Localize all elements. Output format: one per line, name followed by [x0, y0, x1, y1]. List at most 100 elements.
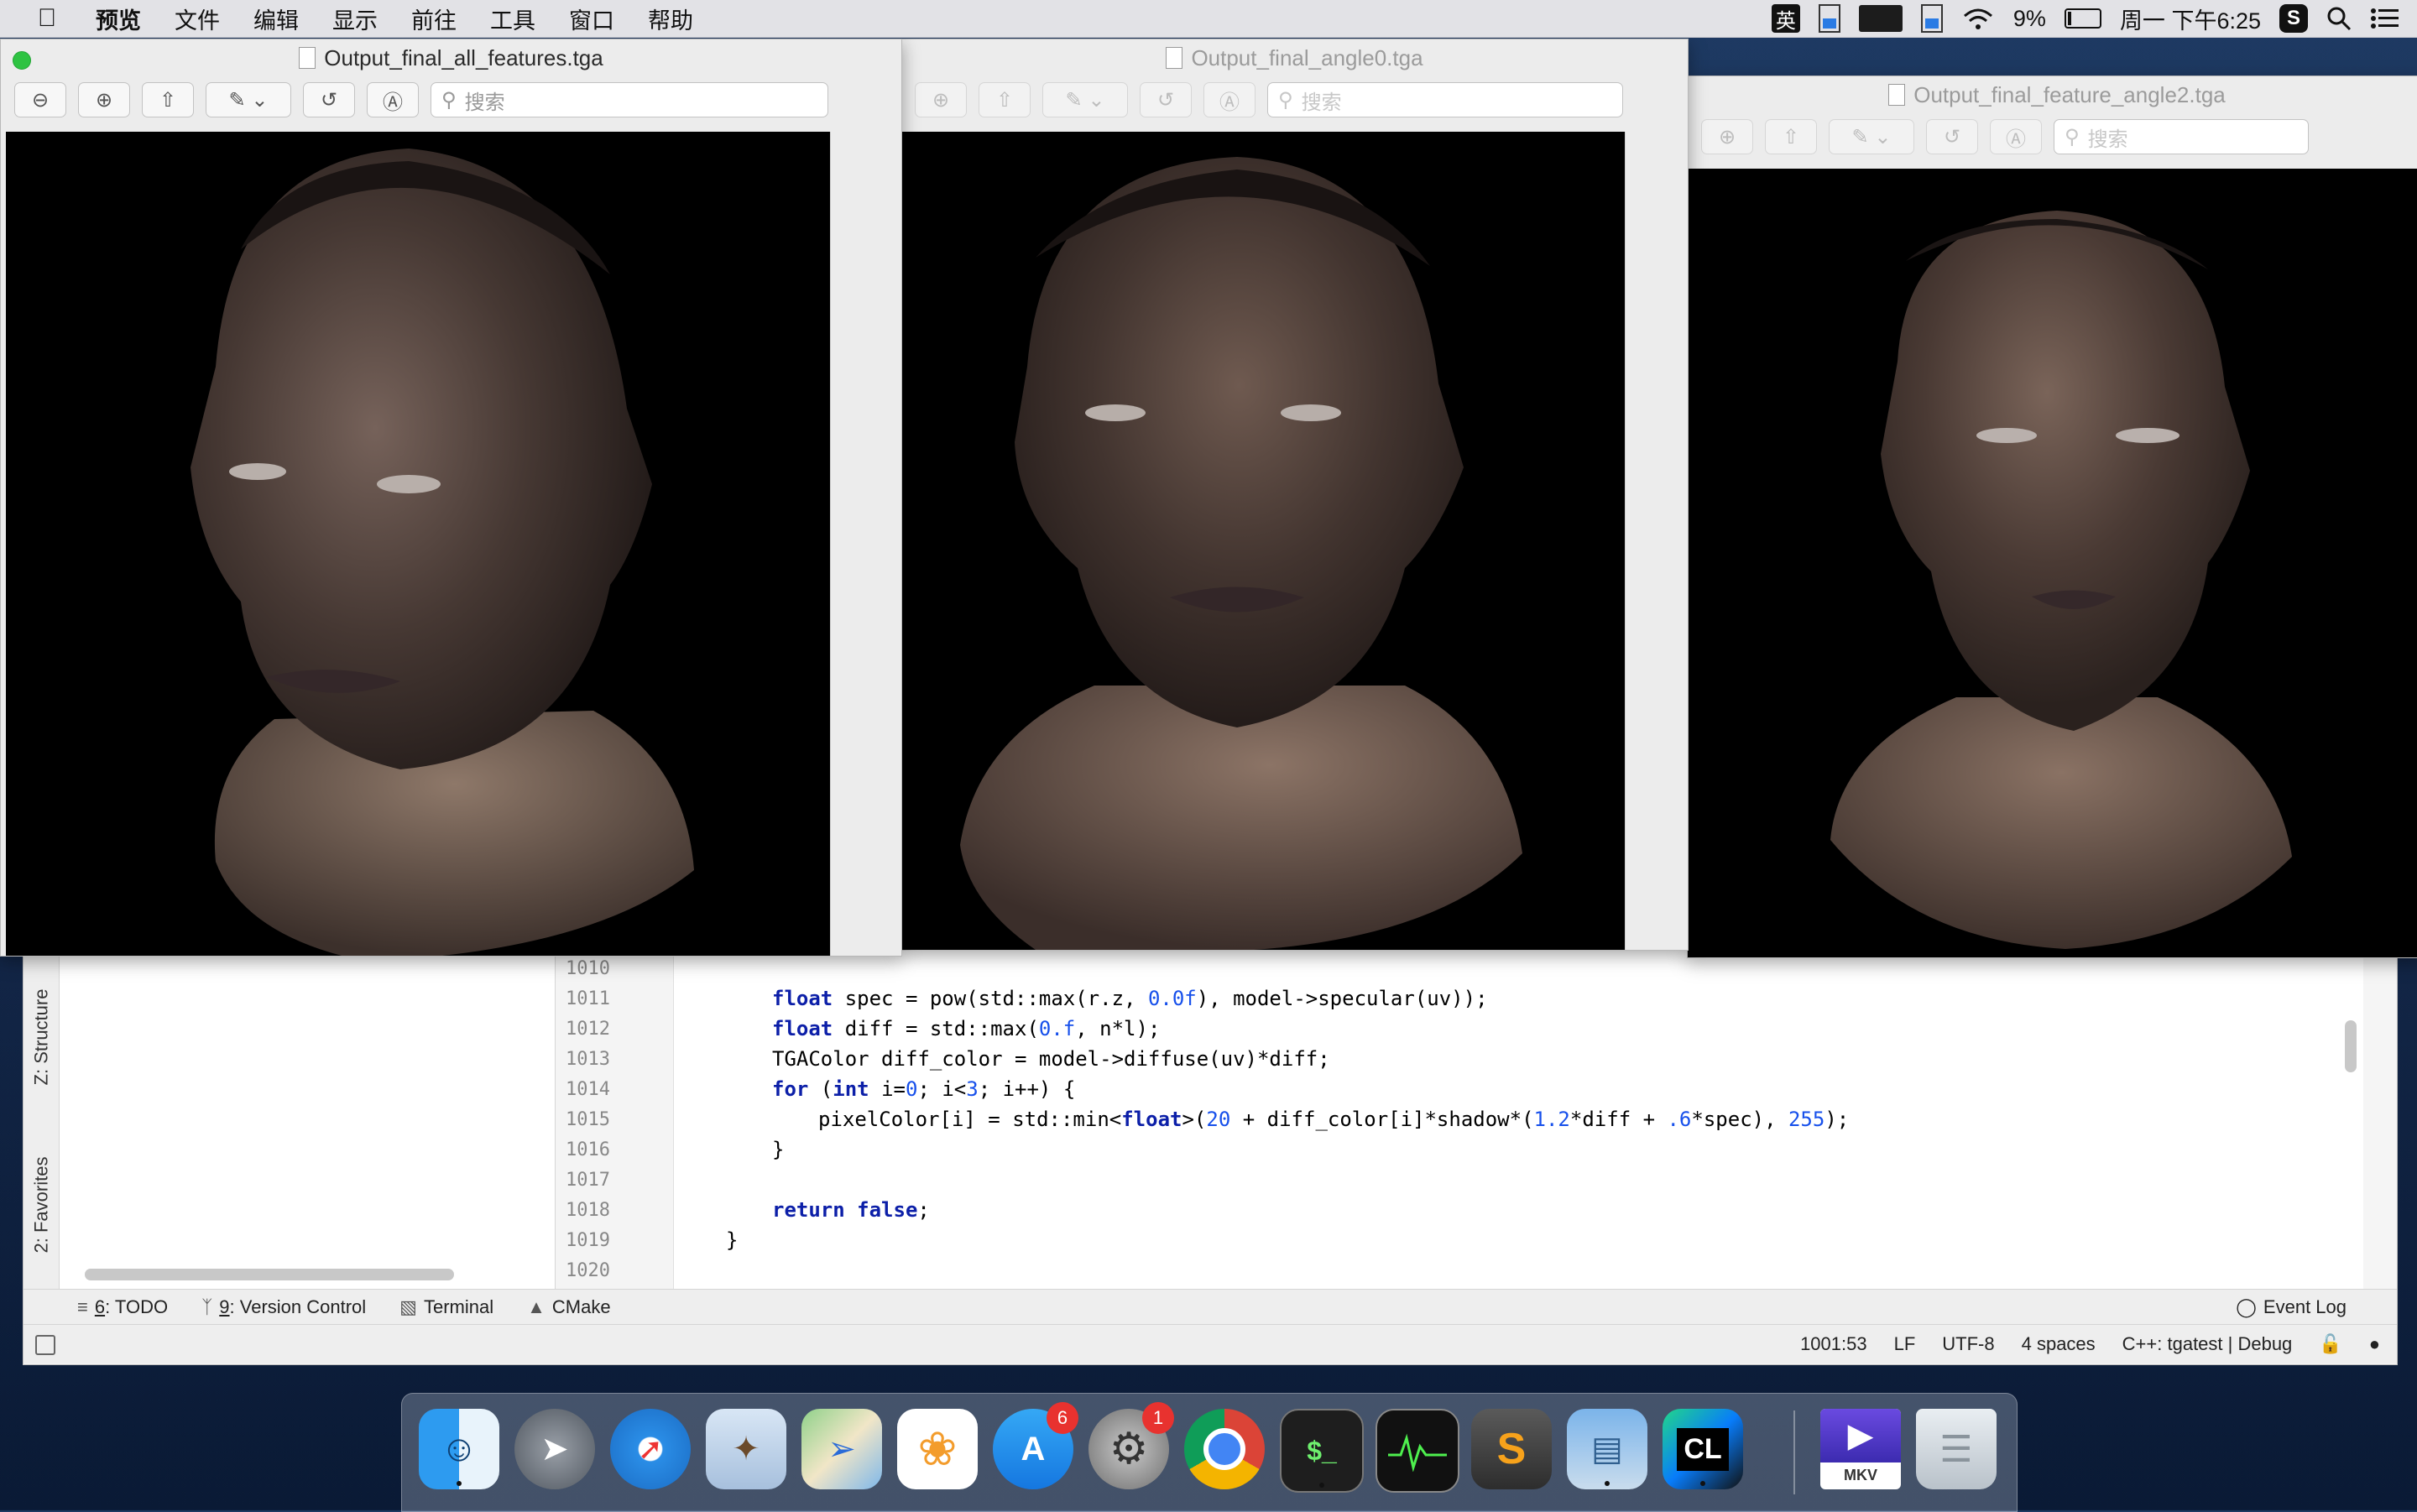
line-number-gutter: 1010 1011 1012 1013 1014 1015 1016 1017 … [556, 945, 674, 1289]
line-number: 1012 [566, 1019, 610, 1040]
dock-trash[interactable]: ☰ [1916, 1409, 1997, 1489]
menu-window[interactable]: 窗口 [569, 3, 614, 35]
indent-setting[interactable]: 4 spaces [2022, 1333, 2096, 1355]
dock-clion[interactable]: CL [1663, 1409, 1743, 1489]
status-app-icon[interactable]: S [2279, 4, 2308, 33]
build-context[interactable]: C++: tgatest | Debug [2122, 1333, 2293, 1355]
zoom-out-button[interactable]: ⊖ [14, 82, 66, 117]
code-line-1012: float diff = std::max(0.f, n*l); [772, 1017, 1161, 1040]
line-number: 1016 [566, 1139, 610, 1160]
rendered-head-image [1830, 211, 2292, 949]
cmake-tab[interactable]: ▲ CMake [527, 1296, 610, 1318]
dock-app-store[interactable]: A 6 [993, 1402, 1078, 1489]
dock-system-preferences[interactable]: ⚙ 1 [1088, 1402, 1174, 1489]
battery-icon[interactable] [2064, 8, 2101, 29]
toggle-tool-windows-icon[interactable] [35, 1335, 55, 1355]
project-pane [60, 945, 556, 1289]
lock-icon[interactable]: 🔓 [2319, 1333, 2341, 1355]
image-viewer[interactable] [1688, 169, 2417, 957]
file-encoding[interactable]: UTF-8 [1942, 1333, 1994, 1355]
dock-mail[interactable]: ✦ [706, 1409, 786, 1489]
share-button[interactable]: ⇧ [1765, 119, 1817, 154]
code-editor[interactable]: float spec = pow(std::max(r.z, 0.0f), mo… [674, 945, 2363, 1289]
annotate-button[interactable]: Ⓐ [1990, 119, 2042, 154]
search-field[interactable]: ⚲ 搜索 [2054, 119, 2309, 154]
search-field[interactable]: ⚲ 搜索 [1267, 82, 1623, 117]
dock-chrome[interactable] [1184, 1409, 1265, 1489]
map-pin-icon: ➢ [827, 1431, 856, 1468]
dock-maps[interactable]: ➢ [801, 1409, 882, 1489]
share-button[interactable]: ⇧ [979, 82, 1031, 117]
terminal-tab[interactable]: ▧ Terminal [399, 1296, 493, 1318]
annotate-button[interactable]: Ⓐ [1203, 82, 1255, 117]
dock-safari[interactable]: ➚ [610, 1409, 691, 1489]
terminal-prompt-icon: $_ [1307, 1435, 1337, 1466]
horizontal-scrollbar[interactable] [85, 1269, 454, 1280]
cpu-meter-icon[interactable] [1858, 5, 1903, 32]
wifi-icon[interactable] [1961, 6, 1995, 31]
line-number: 1019 [566, 1230, 610, 1251]
network-meter-icon[interactable] [1818, 4, 1840, 33]
search-icon: ⚲ [2065, 125, 2080, 149]
image-viewer[interactable] [6, 132, 830, 956]
rocket-icon: ➤ [540, 1431, 569, 1468]
input-method-icon[interactable]: 英 [1771, 4, 1800, 33]
vertical-scrollbar[interactable] [2345, 1020, 2357, 1072]
line-number: 1014 [566, 1079, 610, 1100]
tool-window-bar: ≡ 6: TODO ᛉ 9: Version Control ▧ Termina… [23, 1289, 2397, 1325]
structure-tab[interactable]: Z: Structure [23, 962, 59, 1113]
cursor-position[interactable]: 1001:53 [1800, 1333, 1867, 1355]
eagle-stamp-icon: ✦ [732, 1431, 760, 1468]
spotlight-search-icon[interactable] [2326, 6, 2352, 31]
menu-view[interactable]: 显示 [332, 3, 378, 35]
menu-edit[interactable]: 编辑 [253, 3, 299, 35]
menu-go[interactable]: 前往 [411, 3, 457, 35]
favorites-tab[interactable]: 2: Favorites [23, 1129, 59, 1280]
event-log-button[interactable]: ◯ Event Log [2236, 1296, 2347, 1318]
dock-terminal[interactable]: $_ [1280, 1409, 1364, 1493]
rotate-button[interactable]: ↺ [1140, 82, 1192, 117]
menu-tools[interactable]: 工具 [490, 3, 535, 35]
share-button[interactable]: ⇧ [142, 82, 194, 117]
markup-button[interactable]: ✎ ⌄ [1829, 119, 1914, 154]
dock-sublime-text[interactable]: S [1471, 1409, 1552, 1489]
zoom-in-button[interactable]: ⊕ [915, 82, 967, 117]
viewer-sidebar-gutter [1625, 132, 1688, 950]
todo-tab[interactable]: ≡ 6: TODO [77, 1296, 168, 1318]
annotate-button[interactable]: Ⓐ [367, 82, 419, 117]
dock-photos[interactable]: ❀ [897, 1409, 978, 1489]
zoom-in-button[interactable]: ⊕ [78, 82, 130, 117]
rotate-button[interactable]: ↺ [303, 82, 355, 117]
menu-file[interactable]: 文件 [175, 3, 220, 35]
rotate-button[interactable]: ↺ [1926, 119, 1978, 154]
dock-mkv-file[interactable]: ▶ MKV [1820, 1409, 1901, 1489]
menu-app[interactable]: 预览 [96, 3, 141, 35]
search-field[interactable]: ⚲ 搜索 [431, 82, 828, 117]
dock-activity-monitor[interactable] [1376, 1409, 1459, 1493]
clion-icon: CL [1677, 1427, 1729, 1471]
zoom-in-button[interactable]: ⊕ [1701, 119, 1753, 154]
markup-button[interactable]: ✎ ⌄ [206, 82, 291, 117]
image-viewer[interactable] [901, 132, 1625, 950]
apple-menu-icon[interactable]:  [23, 4, 70, 33]
maximize-button[interactable] [13, 51, 31, 70]
menubar-clock[interactable]: 周一 下午6:25 [2120, 3, 2261, 35]
memory-meter-icon[interactable] [1920, 4, 1943, 33]
menu-help[interactable]: 帮助 [648, 3, 693, 35]
markup-button[interactable]: ✎ ⌄ [1042, 82, 1128, 117]
version-control-tab[interactable]: ᛉ 9: Version Control [201, 1296, 366, 1318]
code-line-1019: } [726, 1228, 739, 1252]
dock-launchpad[interactable]: ➤ [514, 1409, 595, 1489]
app-store-icon: A [1021, 1430, 1046, 1468]
video-play-icon: ▶ [1820, 1409, 1901, 1462]
preview-window-all-features: Output_final_all_features.tga ⊖ ⊕ ⇧ ✎ ⌄ … [0, 39, 902, 957]
code-line-1014: for (int i=0; i<3; i++) { [772, 1077, 1076, 1101]
photos-flower-icon: ❀ [917, 1422, 958, 1475]
code-line-1015: pixelColor[i] = std::min<float>(20 + dif… [818, 1108, 1850, 1131]
notification-center-icon[interactable] [2370, 6, 2400, 31]
inspector-icon[interactable]: ● [2369, 1333, 2380, 1355]
line-separator[interactable]: LF [1894, 1333, 1916, 1355]
dock-preview[interactable]: ▤ [1567, 1409, 1647, 1489]
dock-finder[interactable]: ☺ [419, 1409, 499, 1489]
notification-badge: 1 [1142, 1402, 1174, 1434]
